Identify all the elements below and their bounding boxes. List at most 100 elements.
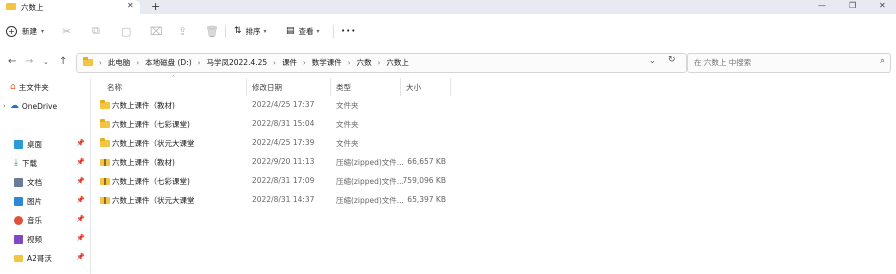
sidebar-item-label: 桌面 <box>27 139 42 149</box>
navigation-bar: ← → ⌄ ↑ › 此电脑 › 本地磁盘 (D:) › 马学凤2022.4.25… <box>0 48 896 79</box>
sidebar-item-onedrive[interactable]: › ☁ OneDrive <box>0 99 90 113</box>
sidebar-item-a2[interactable]: A2哥沃 📌 <box>0 251 90 265</box>
chevron-right-icon: › <box>377 58 381 67</box>
pin-icon: 📌 <box>76 253 85 261</box>
cut-icon[interactable]: ✂ <box>62 22 71 40</box>
chevron-right-icon: › <box>99 58 102 67</box>
file-modified: 2022/4/25 17:39 <box>252 138 315 147</box>
view-icon: ▤ <box>286 26 295 36</box>
forward-icon[interactable]: → <box>25 56 33 67</box>
folder-icon <box>100 119 110 128</box>
copy-icon[interactable]: ⧉ <box>92 22 100 40</box>
file-row[interactable]: 六数上课件（状元大课堂 2022/4/25 17:39 文件夹 <box>91 134 896 153</box>
toolbar-divider <box>225 25 226 38</box>
share-icon[interactable]: ⇪ <box>178 22 187 40</box>
search-icon: ⌕ <box>879 56 885 66</box>
new-button[interactable]: + 新建 ▾ <box>6 22 44 40</box>
pin-icon: 📌 <box>76 215 85 223</box>
chevron-right-icon: › <box>347 58 351 67</box>
sidebar-item-desktop[interactable]: 桌面 📌 <box>0 137 90 151</box>
more-options-icon[interactable]: ••• <box>341 22 356 40</box>
sidebar-item-label: 视频 <box>27 234 42 244</box>
file-modified: 2022/9/20 11:13 <box>252 157 315 166</box>
column-divider[interactable] <box>400 78 401 96</box>
minimize-icon[interactable]: — <box>818 1 826 10</box>
breadcrumb-item[interactable]: 马学凤2022.4.25 <box>206 57 267 68</box>
address-dropdown-icon[interactable]: ⌄ <box>649 56 656 65</box>
home-icon: ⌂ <box>10 82 16 92</box>
folder-icon <box>14 254 23 262</box>
column-header-type[interactable]: 类型 <box>336 82 351 93</box>
chevron-right-icon: › <box>3 102 6 110</box>
folder-icon <box>100 100 110 109</box>
sidebar-item-music[interactable]: 音乐 📌 <box>0 213 90 227</box>
file-name: 六数上课件（状元大课堂 <box>112 196 195 205</box>
address-bar[interactable]: › 此电脑 › 本地磁盘 (D:) › 马学凤2022.4.25 › 课件 › … <box>76 53 687 73</box>
breadcrumb-item[interactable]: 数学课件 <box>312 57 342 68</box>
column-divider[interactable] <box>246 78 247 96</box>
paste-icon[interactable]: ▢ <box>121 22 131 40</box>
view-button[interactable]: ▤ 查看 ▾ <box>286 22 320 40</box>
file-row[interactable]: 六数上课件（七彩课堂) 2022/8/31 15:04 文件夹 <box>91 115 896 134</box>
new-tab-icon[interactable]: + <box>151 0 160 13</box>
download-icon: ⤓ <box>14 158 18 168</box>
search-box[interactable]: ⌕ <box>687 53 891 73</box>
sidebar-item-label: 主文件夹 <box>18 82 49 92</box>
chevron-down-icon: ▾ <box>41 27 45 35</box>
sort-label: 排序 <box>245 26 261 36</box>
sort-button[interactable]: ⇅ 排序 ▾ <box>234 22 267 40</box>
main-content: ⌂ 主文件夹 › ☁ OneDrive 桌面 📌 ⤓ 下载 📌 文档 📌 图片 … <box>0 75 896 274</box>
file-name: 六数上课件（七彩课堂) <box>112 120 190 129</box>
sidebar-item-videos[interactable]: 视频 📌 <box>0 232 90 246</box>
chevron-right-icon: › <box>273 58 276 67</box>
tab-title: 六数上 <box>21 3 44 12</box>
sidebar-item-home[interactable]: ⌂ 主文件夹 <box>0 80 90 94</box>
up-icon[interactable]: ↑ <box>59 56 67 67</box>
recent-locations-icon[interactable]: ⌄ <box>43 58 49 66</box>
sidebar-item-downloads[interactable]: ⤓ 下载 📌 <box>0 156 90 170</box>
column-header-size[interactable]: 大小 <box>406 82 421 93</box>
sort-ascending-icon: ˄ <box>172 75 175 82</box>
tab-current[interactable]: 六数上 ✕ <box>0 0 140 14</box>
file-row[interactable]: 六数上课件（状元大课堂 2022/8/31 14:37 压缩(zipped)文件… <box>91 191 896 210</box>
file-row[interactable]: 六数上课件（教材) 2022/9/20 11:13 压缩(zipped)文件..… <box>91 153 896 172</box>
navigation-pane: ⌂ 主文件夹 › ☁ OneDrive 桌面 📌 ⤓ 下载 📌 文档 📌 图片 … <box>0 78 90 274</box>
sidebar-item-label: 音乐 <box>27 215 42 225</box>
zip-folder-icon <box>100 159 110 166</box>
column-header-name[interactable]: 名称 <box>107 82 122 93</box>
rename-icon[interactable]: ⌧ <box>150 22 163 40</box>
folder-icon <box>6 3 16 10</box>
file-type: 压缩(zipped)文件... <box>336 196 404 205</box>
sidebar-item-label: A2哥沃 <box>27 253 52 263</box>
close-window-icon[interactable]: ✕ <box>879 1 886 10</box>
view-label: 查看 <box>298 26 314 36</box>
search-input[interactable] <box>688 54 864 70</box>
zip-folder-icon <box>100 197 110 204</box>
breadcrumb-item-current[interactable]: 六数上 <box>386 57 409 68</box>
cloud-icon: ☁ <box>9 101 19 111</box>
chevron-down-icon: ▾ <box>263 27 267 35</box>
maximize-icon[interactable]: ❐ <box>849 1 856 10</box>
file-modified: 2022/8/31 14:37 <box>252 195 315 204</box>
pin-icon: 📌 <box>76 234 85 242</box>
column-divider[interactable] <box>330 78 331 96</box>
sidebar-item-label: OneDrive <box>21 101 58 111</box>
file-row[interactable]: 六数上课件（教材) 2022/4/25 17:37 文件夹 <box>91 96 896 115</box>
refresh-icon[interactable]: ↻ <box>668 55 676 65</box>
breadcrumb-item[interactable]: 本地磁盘 (D:) <box>145 57 192 68</box>
column-divider[interactable] <box>450 78 451 96</box>
breadcrumb-item[interactable]: 六数 <box>357 57 372 68</box>
sidebar-item-pictures[interactable]: 图片 📌 <box>0 194 90 208</box>
breadcrumb-item[interactable]: 课件 <box>282 57 297 68</box>
file-name: 六数上课件（教材) <box>112 101 175 110</box>
file-row[interactable]: 六数上课件（七彩课堂) 2022/8/31 17:09 压缩(zipped)文件… <box>91 172 896 191</box>
new-label: 新建 <box>22 26 37 36</box>
sidebar-item-label: 图片 <box>27 196 42 206</box>
column-header-modified[interactable]: 修改日期 <box>252 82 282 93</box>
delete-icon[interactable]: 🗑 <box>205 22 219 40</box>
breadcrumb-item[interactable]: 此电脑 <box>108 57 131 68</box>
back-icon[interactable]: ← <box>8 56 16 67</box>
close-tab-icon[interactable]: ✕ <box>127 1 134 10</box>
folder-icon <box>100 138 110 147</box>
sidebar-item-documents[interactable]: 文档 📌 <box>0 175 90 189</box>
